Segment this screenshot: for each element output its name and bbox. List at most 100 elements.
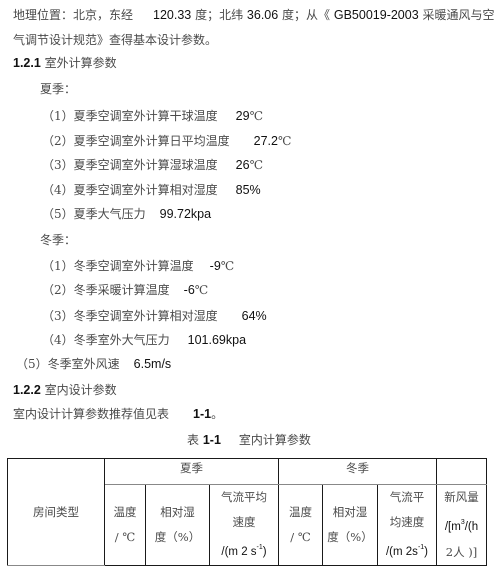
item-label: 冬季室外风速 xyxy=(47,357,120,371)
indoor-note-text: 室内设计计算参数推荐值见表 xyxy=(13,407,170,421)
indoor-note-end: 。 xyxy=(211,407,224,421)
header-summer-rh: 相对湿 度（%） xyxy=(145,484,210,566)
rh-unit: 度（%） xyxy=(154,530,201,544)
summer-item: （5）夏季大气压力 99.72kpa xyxy=(42,204,211,224)
intro-text-b: 度；北纬 xyxy=(195,8,244,22)
header-winter-rh: 相对湿 度（%） xyxy=(322,484,378,566)
winter-item: （4）冬季室外大气压力 101.69kpa xyxy=(42,330,246,350)
winter-heading-text: 冬季： xyxy=(40,233,77,247)
item-label: 夏季空调室外计算干球温度 xyxy=(73,109,218,123)
summer-item: （3）夏季空调室外计算湿球温度 26℃ xyxy=(42,155,263,175)
summer-item: （4）夏季空调室外计算相对湿度 85% xyxy=(42,180,261,200)
longitude-value: 120.33 xyxy=(153,8,192,22)
indoor-parameters-table: 房间类型 夏季 冬季 温度 / ℃ 相对湿 度（%） 气流平均 速度 /(m 2… xyxy=(7,458,487,566)
item-value: 27.2 xyxy=(253,134,278,148)
item-index: （5） xyxy=(16,357,48,371)
section-title-122: 室内设计参数 xyxy=(44,383,117,397)
winter-item: （5）冬季室外风速 6.5m/s xyxy=(16,354,171,374)
item-index: （4） xyxy=(42,183,74,197)
airflow-close: ) xyxy=(424,546,429,558)
rh-label: 相对湿 xyxy=(160,505,195,519)
airflow-unit: /(m 2 s-1) xyxy=(210,535,278,565)
item-value: -6 xyxy=(183,283,195,297)
section-number-121: 1.2.1 xyxy=(13,56,41,70)
table-header-row-1: 房间类型 夏季 冬季 xyxy=(7,458,487,566)
item-value: 99.72kpa xyxy=(159,207,212,221)
fresh-air-unit-a: /[m xyxy=(444,521,461,533)
item-index: （5） xyxy=(42,207,74,221)
intro-text-c: 度；从《 xyxy=(282,8,331,22)
intro-text-d: 采暖通风与空 xyxy=(422,8,495,22)
item-label: 冬季空调室外计算温度 xyxy=(73,259,194,273)
airflow-unit: /(m 2s-1) xyxy=(378,535,436,565)
section-heading-121: 1.2.1 室外计算参数 xyxy=(13,53,117,73)
section-heading-122: 1.2.2 室内设计参数 xyxy=(13,380,117,400)
airflow-label-1: 气流平 xyxy=(389,490,425,504)
item-index: （4） xyxy=(42,333,74,347)
header-summer-temp: 温度 / ℃ xyxy=(104,484,146,566)
winter-item: （2）冬季采暖计算温度 -6℃ xyxy=(42,280,208,300)
fresh-air-unit-b: /(h xyxy=(464,521,479,533)
item-index: （1） xyxy=(42,259,74,273)
fresh-air-unit-c: 2人 )] xyxy=(445,545,478,559)
fresh-air-unit: /[m3/(h xyxy=(437,510,486,540)
header-room-type: 房间类型 xyxy=(7,458,105,566)
latitude-value: 36.06 xyxy=(246,8,279,22)
airflow-label-1: 气流平均 xyxy=(221,490,267,504)
item-index: （3） xyxy=(42,158,74,172)
item-unit: ℃ xyxy=(220,259,235,273)
item-label: 夏季空调室外计算日平均温度 xyxy=(73,134,230,148)
item-unit: ℃ xyxy=(278,134,292,148)
temp-unit: / ℃ xyxy=(114,530,136,544)
indoor-note: 室内设计计算参数推荐值见表 1-1。 xyxy=(13,404,223,424)
rh-label: 相对湿 xyxy=(332,505,368,519)
winter-item: （3）冬季空调室外计算相对湿度 64% xyxy=(42,306,267,326)
summer-heading-text: 夏季： xyxy=(40,82,77,96)
temp-label: 温度 xyxy=(113,505,137,519)
table-caption: 表 1-1 室内计算参数 xyxy=(187,430,311,450)
item-value: 6.5m/s xyxy=(133,357,172,371)
indoor-note-ref: 1-1 xyxy=(193,407,212,421)
section-number-122: 1.2.2 xyxy=(13,383,41,397)
header-blank xyxy=(436,458,487,485)
item-unit: ℃ xyxy=(249,158,263,172)
item-value: 101.69kpa xyxy=(187,333,247,347)
summer-item: （1）夏季空调室外计算干球温度 29℃ xyxy=(42,106,263,126)
caption-prefix: 表 xyxy=(187,433,200,447)
item-index: （2） xyxy=(42,283,74,297)
item-value: 85% xyxy=(235,183,261,197)
item-unit: ℃ xyxy=(249,109,263,123)
header-winter-temp: 温度 / ℃ xyxy=(278,484,323,566)
standard-code: GB50019-2003 xyxy=(333,8,419,22)
item-label: 冬季采暖计算温度 xyxy=(73,283,170,297)
summer-item: （2）夏季空调室外计算日平均温度 27.2℃ xyxy=(42,131,291,151)
item-value: 26 xyxy=(235,158,250,172)
intro-text-line2: 气调节设计规范》查得基本设计参数。 xyxy=(13,33,218,47)
airflow-unit-text: /(m 2s xyxy=(385,546,418,558)
header-summer-airflow: 气流平均 速度 /(m 2 s-1) xyxy=(209,484,279,566)
item-index: （1） xyxy=(42,109,74,123)
winter-heading: 冬季： xyxy=(40,230,76,250)
header-winter-airflow: 气流平 均速度 /(m 2s-1) xyxy=(377,484,437,566)
temp-unit: / ℃ xyxy=(290,530,311,544)
airflow-unit-text: /(m 2 s xyxy=(221,546,257,558)
item-label: 夏季空调室外计算湿球温度 xyxy=(73,158,218,172)
caption-number: 1-1 xyxy=(202,433,221,447)
caption-title: 室内计算参数 xyxy=(238,433,311,447)
summer-heading: 夏季： xyxy=(40,79,76,99)
intro-text-a: 地理位置：北京，东经 xyxy=(13,8,134,22)
intro-line-1: 地理位置：北京，东经 120.33 度；北纬 36.06 度；从《 GB50019… xyxy=(13,5,495,25)
item-index: （3） xyxy=(42,309,74,323)
winter-item: （1）冬季空调室外计算温度 -9℃ xyxy=(42,256,234,276)
fresh-air-label: 新风量 xyxy=(444,490,479,504)
item-label: 夏季空调室外计算相对湿度 xyxy=(73,183,218,197)
item-value: 64% xyxy=(241,309,267,323)
item-label: 夏季大气压力 xyxy=(73,207,146,221)
section-title-121: 室外计算参数 xyxy=(44,56,117,70)
airflow-label-2: 速度 xyxy=(232,515,256,529)
intro-line-2: 气调节设计规范》查得基本设计参数。 xyxy=(13,30,217,50)
airflow-close: ) xyxy=(262,546,267,558)
item-index: （2） xyxy=(42,134,74,148)
header-winter: 冬季 xyxy=(278,458,437,485)
item-value: 29 xyxy=(235,109,250,123)
